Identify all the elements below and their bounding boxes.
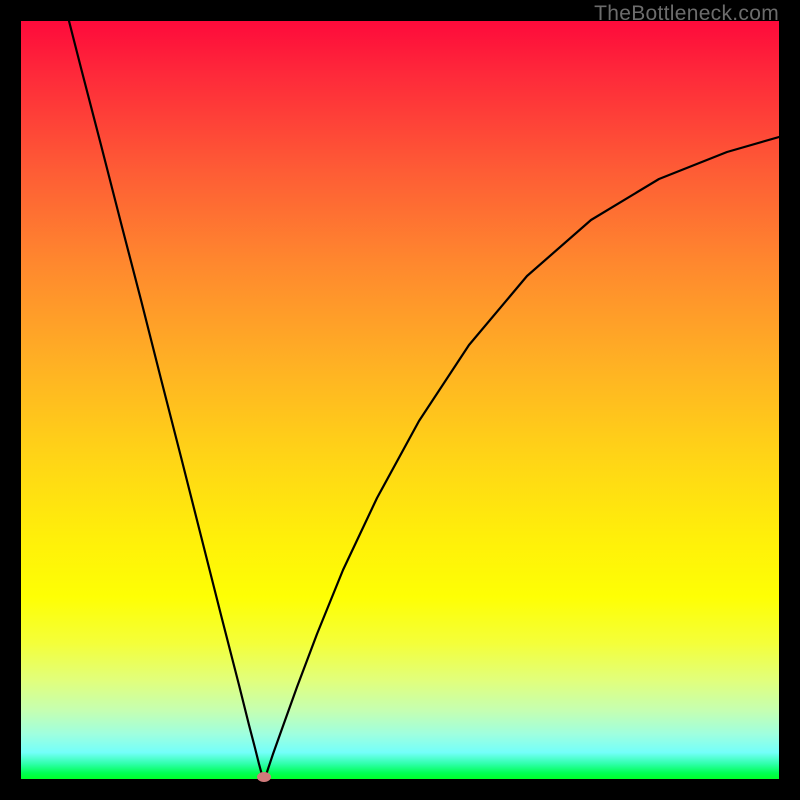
minimum-marker [257,772,271,782]
bottleneck-curve [21,21,779,779]
